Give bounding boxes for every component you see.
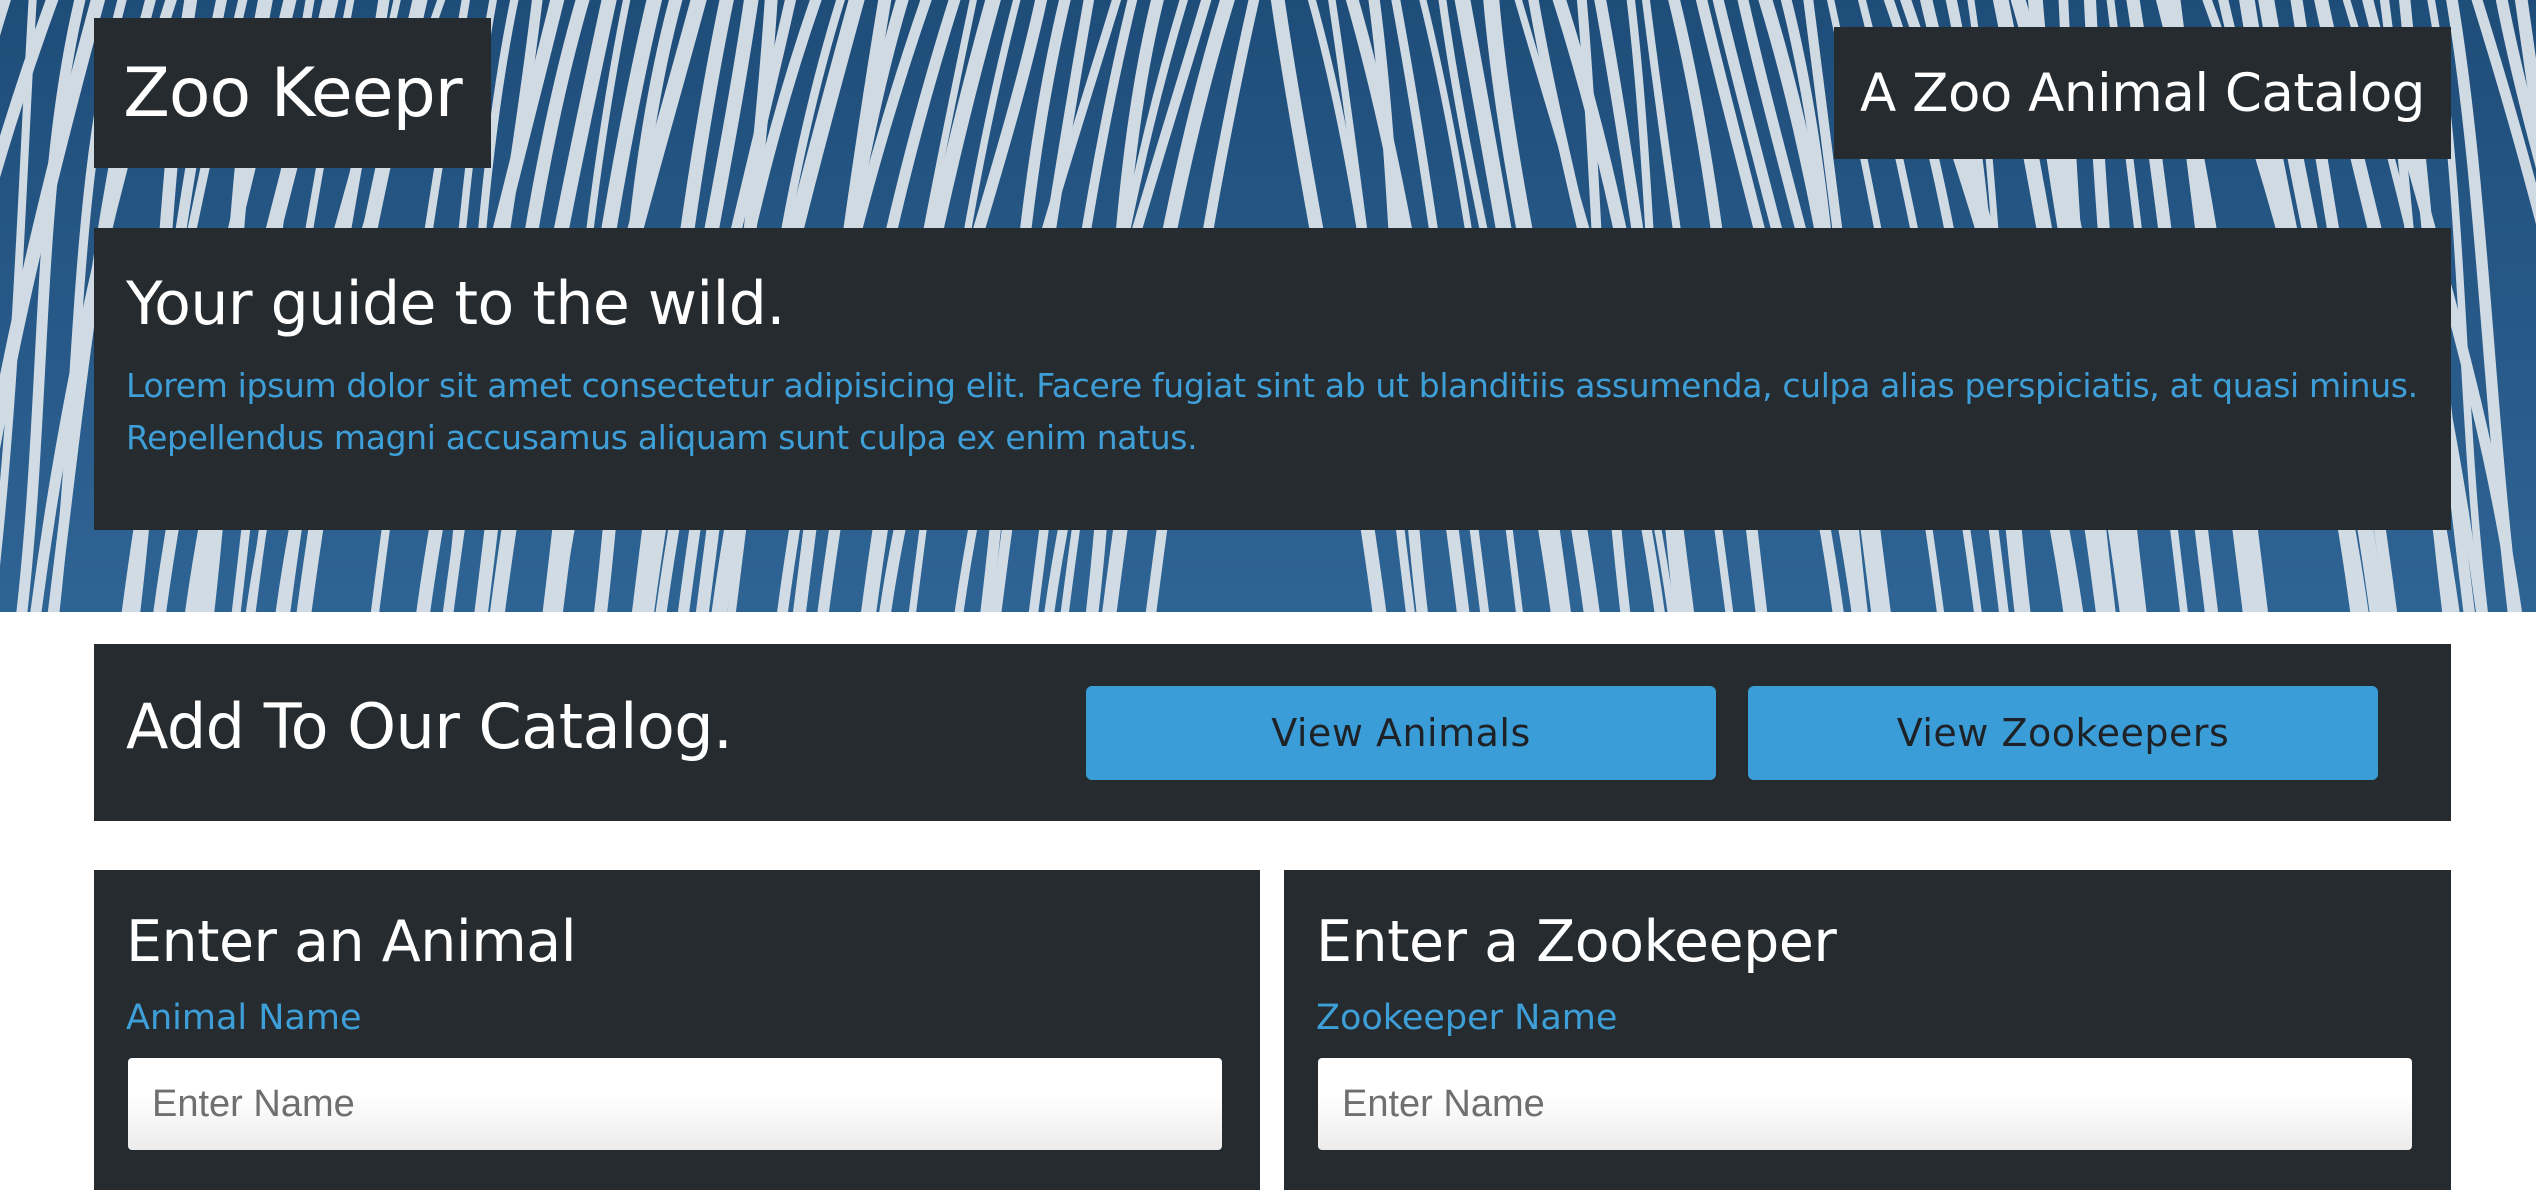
site-logo-text: Zoo Keepr (123, 54, 461, 133)
catalog-action-bar: Add To Our Catalog. View Animals View Zo… (94, 644, 2451, 821)
zookeeper-name-label: Zookeeper Name (1316, 1001, 2419, 1036)
animal-name-label: Animal Name (126, 1001, 1228, 1036)
catalog-heading: Add To Our Catalog. (126, 696, 732, 758)
intro-heading: Your guide to the wild. (126, 274, 2419, 334)
zookeeper-form-heading: Enter a Zookeeper (1316, 914, 2419, 971)
zookeeper-form: Enter a Zookeeper Zookeeper Name (1284, 870, 2451, 1190)
animal-name-input[interactable] (128, 1058, 1222, 1150)
intro-panel: Your guide to the wild. Lorem ipsum dolo… (94, 228, 2451, 530)
view-animals-button[interactable]: View Animals (1086, 686, 1716, 780)
site-tagline-text: A Zoo Animal Catalog (1860, 63, 2425, 124)
animal-form-heading: Enter an Animal (126, 914, 1228, 971)
intro-description: Lorem ipsum dolor sit amet consectetur a… (126, 360, 2426, 464)
animal-form: Enter an Animal Animal Name (94, 870, 1260, 1190)
site-logo[interactable]: Zoo Keepr (94, 18, 491, 168)
view-zookeepers-button[interactable]: View Zookeepers (1748, 686, 2378, 780)
hero-banner: Zoo Keepr A Zoo Animal Catalog Your guid… (0, 0, 2536, 612)
zookeeper-name-input[interactable] (1318, 1058, 2412, 1150)
site-tagline: A Zoo Animal Catalog (1834, 27, 2451, 159)
